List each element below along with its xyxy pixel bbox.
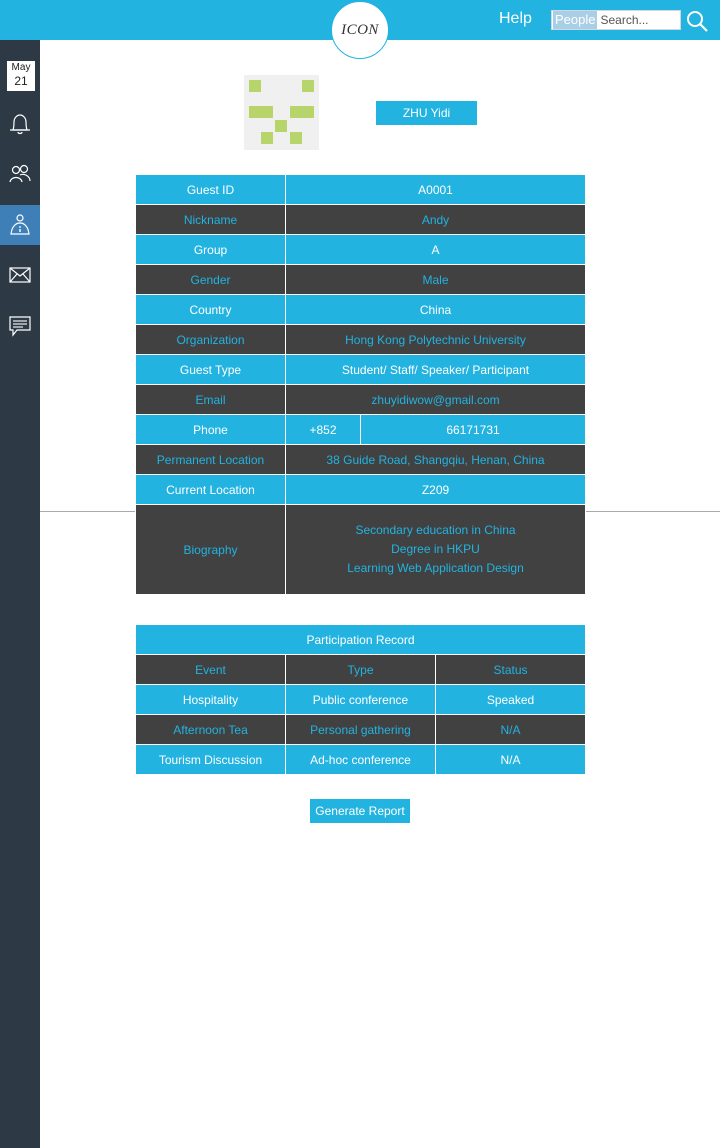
biography-line: Learning Web Application Design [347, 561, 524, 575]
calendar-day: 21 [14, 74, 28, 88]
search-icon[interactable] [686, 10, 708, 32]
table-row: Organization Hong Kong Polytechnic Unive… [135, 324, 587, 355]
table-row: Biography Secondary education in China D… [135, 504, 587, 595]
field-value: A0001 [284, 174, 587, 205]
biography-text: Secondary education in China Degree in H… [284, 504, 587, 595]
biography-line: Secondary education in China [355, 523, 516, 537]
field-label: Phone [135, 414, 286, 445]
search-box[interactable]: People [551, 10, 687, 30]
table-row: Email zhuyidiwow@gmail.com [135, 384, 587, 415]
chat-icon [9, 316, 31, 337]
table-row: Guest Type Student/ Staff/ Speaker/ Part… [135, 354, 587, 385]
field-label: Country [135, 294, 286, 325]
table-row: Afternoon Tea Personal gathering N/A [135, 714, 587, 745]
participation-record-table: Participation Record Event Type Status H… [134, 624, 587, 775]
table-row: Permanent Location 38 Guide Road, Shangq… [135, 444, 587, 475]
table-row: Group A [135, 234, 587, 265]
field-label: Biography [135, 504, 286, 595]
table-cell: Afternoon Tea [135, 714, 286, 745]
field-value: 38 Guide Road, Shangqiu, Henan, China [284, 444, 587, 475]
table-row: Nickname Andy [135, 204, 587, 235]
table-cell: Tourism Discussion [135, 744, 286, 775]
bell-icon [10, 114, 30, 135]
field-value: Student/ Staff/ Speaker/ Participant [284, 354, 587, 385]
table-cell: Hospitality [135, 684, 286, 715]
email-value[interactable]: zhuyidiwow@gmail.com [284, 384, 587, 415]
sidebar-item-chat[interactable] [0, 306, 40, 346]
guest-name-button[interactable]: ZHU Yidi [376, 101, 477, 125]
guest-info-table: Guest ID A0001 Nickname Andy Group A Gen… [135, 174, 587, 595]
table-cell: Ad-hoc conference [285, 744, 436, 775]
table-row: Country China [135, 294, 587, 325]
table-cell: Speaked [434, 684, 587, 715]
column-header: Event [135, 654, 286, 685]
table-title: Participation Record [134, 624, 587, 655]
field-value: Male [284, 264, 587, 295]
field-label: Group [135, 234, 286, 265]
field-label: Nickname [135, 204, 286, 235]
generate-report-button[interactable]: Generate Report [310, 799, 410, 823]
calendar-widget[interactable]: May 21 [6, 60, 36, 92]
table-row: Hospitality Public conference Speaked [135, 684, 587, 715]
search-scope-tag[interactable]: People [553, 11, 598, 29]
search-input[interactable] [600, 13, 687, 27]
field-label: Organization [135, 324, 286, 355]
column-header: Type [285, 654, 436, 685]
sidebar-item-guest-info[interactable] [0, 205, 40, 245]
field-value: China [284, 294, 587, 325]
field-label: Permanent Location [135, 444, 286, 475]
column-header: Status [434, 654, 587, 685]
sidebar-item-mail[interactable] [0, 255, 40, 295]
table-row: Phone +852 66171731 [135, 414, 587, 445]
sidebar-item-people[interactable] [0, 154, 40, 194]
sidebar-item-notifications[interactable] [0, 104, 40, 144]
help-link[interactable]: Help [499, 10, 532, 28]
phone-number: 66171731 [359, 414, 587, 445]
icon-logo[interactable]: ICON [331, 1, 389, 59]
guest-info-icon [10, 214, 30, 235]
table-header-row: Event Type Status [135, 654, 587, 685]
phone-country-code: +852 [285, 414, 361, 445]
table-cell: Personal gathering [285, 714, 436, 745]
identicon-avatar [244, 75, 319, 150]
field-value: Hong Kong Polytechnic University [284, 324, 587, 355]
biography-line: Degree in HKPU [391, 542, 480, 556]
field-value: Z209 [284, 474, 587, 505]
table-cell: N/A [434, 714, 587, 745]
field-label: Guest Type [135, 354, 286, 385]
table-cell: Public conference [285, 684, 436, 715]
table-title-row: Participation Record [134, 624, 587, 655]
sidebar: May 21 [0, 40, 40, 1148]
field-value: Andy [284, 204, 587, 235]
field-label: Gender [135, 264, 286, 295]
table-row: Guest ID A0001 [135, 174, 587, 205]
table-row: Tourism Discussion Ad-hoc conference N/A [135, 744, 587, 775]
table-row: Gender Male [135, 264, 587, 295]
field-label: Guest ID [135, 174, 286, 205]
table-cell: N/A [434, 744, 587, 775]
calendar-month: May [11, 62, 31, 73]
field-value: A [284, 234, 587, 265]
field-label: Email [135, 384, 286, 415]
table-row: Current Location Z209 [135, 474, 587, 505]
field-label: Current Location [135, 474, 286, 505]
people-icon [9, 164, 31, 183]
mail-icon [9, 267, 31, 283]
